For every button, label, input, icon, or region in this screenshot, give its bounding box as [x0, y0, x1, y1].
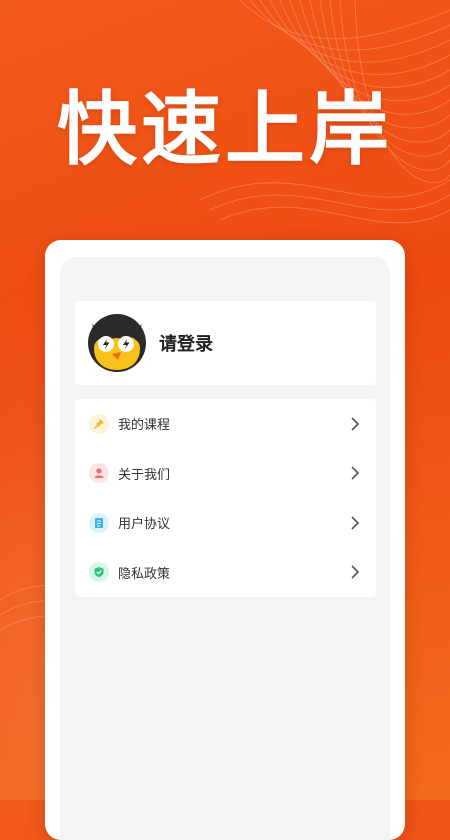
menu-item-label: 关于我们 [118, 467, 171, 483]
pin-icon [89, 413, 109, 434]
person-icon [89, 463, 109, 484]
chevron-right-icon [351, 565, 360, 579]
menu-item-user-agreement[interactable]: 用户协议 [75, 498, 376, 548]
login-card[interactable]: 请登录 [75, 301, 376, 385]
document-icon [89, 512, 109, 533]
menu-item-label: 隐私政策 [118, 566, 171, 582]
owl-mascot-icon [88, 314, 146, 372]
chevron-right-icon [351, 466, 360, 480]
shield-icon [89, 562, 109, 583]
login-prompt: 请登录 [159, 334, 213, 355]
chevron-right-icon [351, 516, 360, 530]
menu-item-label: 用户协议 [118, 517, 171, 533]
menu-item-label: 我的课程 [118, 418, 171, 434]
menu-item-my-courses[interactable]: 我的课程 [75, 399, 376, 449]
app-screen: 请登录 我的课程 关于我们 用户协议 隐私政策 [60, 257, 390, 840]
chevron-right-icon [351, 417, 360, 431]
phone-mockup: 请登录 我的课程 关于我们 用户协议 隐私政策 [45, 240, 405, 840]
promo-headline: 快速上岸 [57, 83, 393, 176]
menu-list: 我的课程 关于我们 用户协议 隐私政策 [75, 399, 376, 597]
menu-item-about-us[interactable]: 关于我们 [75, 449, 376, 499]
menu-item-privacy-policy[interactable]: 隐私政策 [75, 548, 376, 598]
